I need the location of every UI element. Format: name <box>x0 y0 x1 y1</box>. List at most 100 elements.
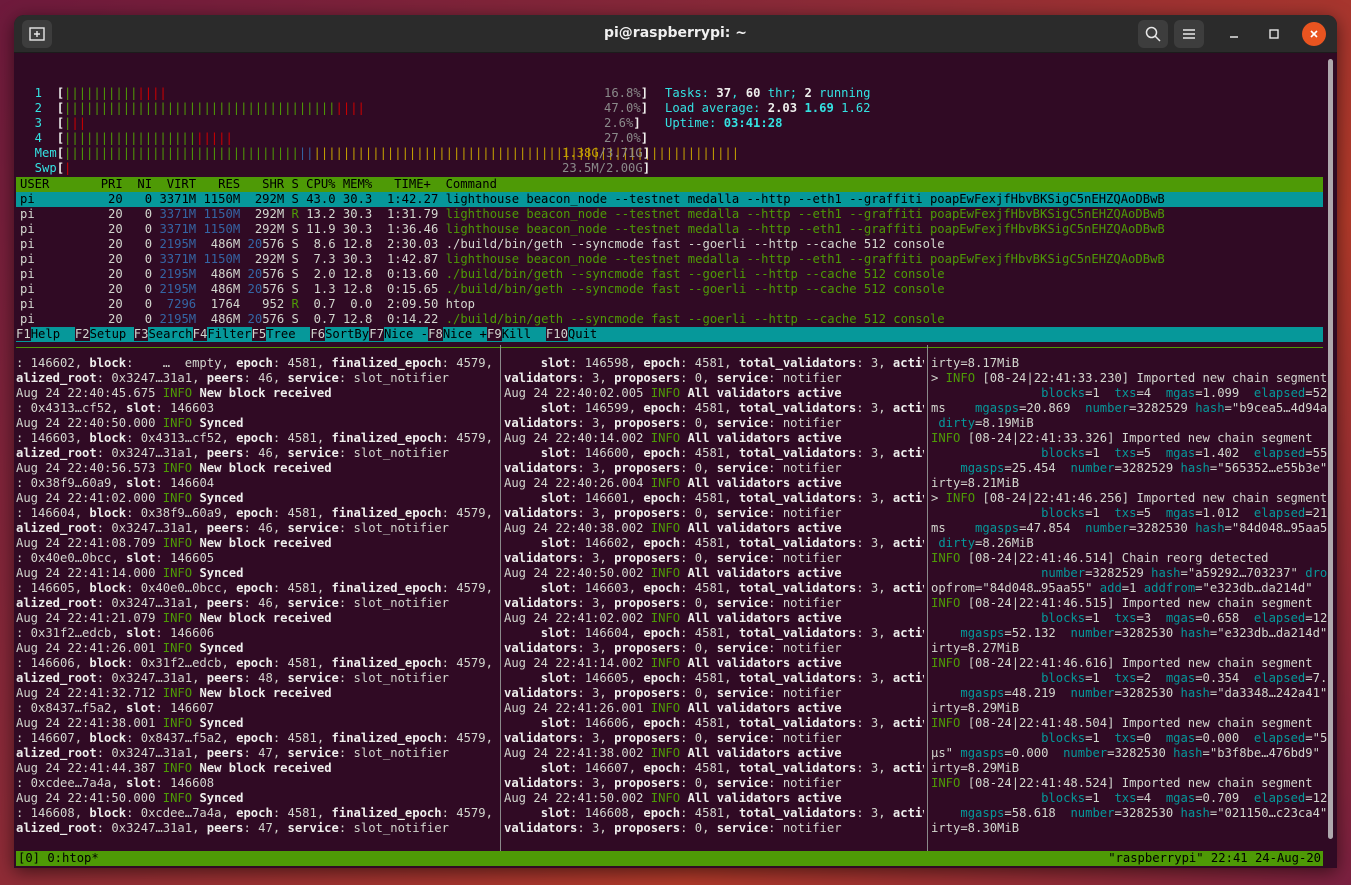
geth-log-line: blocks=1 txs=4 mgas=0.709 elapsed=12.087… <box>1041 791 1327 805</box>
validator-log-line: Aug 24 22:41:26.001 INFO All validators … <box>504 701 842 715</box>
cpu-pct-2: 47.0%] <box>604 101 649 115</box>
process-columns: USER PRI NI VIRT RES SHR S CPU% MEM% TIM… <box>20 177 497 191</box>
geth-log-line: ms mgasps=20.869 number=3282529 hash="b9… <box>931 401 1327 415</box>
fkey-f6[interactable]: F6SortBy <box>310 327 369 342</box>
fkey-f3[interactable]: F3Search <box>133 327 192 342</box>
maximize-button[interactable] <box>1262 22 1286 46</box>
beacon-log-line: : 0x40e0…0bcc, slot: 146605 <box>16 551 215 565</box>
geth-log-pane[interactable]: irty=8.17MiB > INFO [08-24|22:41:33.230] … <box>931 356 1327 836</box>
process-row: pi 20 0 7296 1764 952 R 0.7 0.0 2:09.50 … <box>20 297 476 311</box>
beacon-log-line: : 146604, block: 0x38f9…60a9, epoch: 458… <box>16 506 498 520</box>
beacon-log-line: : 146602, block: … empty, epoch: 4581, f… <box>16 356 498 370</box>
beacon-log-line: : 146607, block: 0x8437…f5a2, epoch: 458… <box>16 731 498 745</box>
geth-log-line: > INFO [08-24|22:41:46.256] Imported new… <box>931 491 1327 505</box>
beacon-log-line: Aug 24 22:41:50.000 INFO Synced slot <box>16 791 244 805</box>
validator-log-line: slot: 146608, epoch: 4581, total_validat… <box>540 806 924 820</box>
tmux-status-bar: [0] 0:htop* "raspberrypi" 22:41 24-Aug-2… <box>16 851 1323 866</box>
validator-log-line: slot: 146599, epoch: 4581, total_validat… <box>540 401 924 415</box>
geth-log-line: dirty=8.26MiB <box>938 536 1034 550</box>
geth-log-line: irty=8.30MiB <box>931 821 1020 835</box>
tasks-summary: Tasks: 37, 60 thr; 2 running <box>665 86 871 100</box>
validator-log-line: validators: 3, proposers: 0, service: no… <box>504 461 842 475</box>
validator-log-line: validators: 3, proposers: 0, service: no… <box>504 641 842 655</box>
geth-log-line: INFO [08-24|22:41:48.504] Imported new c… <box>931 716 1313 730</box>
geth-log-line: mgasps=48.219 number=3282530 hash="da334… <box>960 686 1327 700</box>
geth-log-line: blocks=1 txs=5 mgas=1.012 elapsed=21.144 <box>1041 506 1327 520</box>
cpu-meter-4: 4 [||||||||||||||||||||||| <box>20 131 233 145</box>
lighthouse-validator-log-pane[interactable]: slot: 146598, epoch: 4581, total_validat… <box>504 356 924 836</box>
fkey-f5[interactable]: F5Tree <box>251 327 311 342</box>
validator-log-line: validators: 3, proposers: 0, service: no… <box>504 416 842 430</box>
beacon-log-line: Aug 24 22:40:50.000 INFO Synced slot <box>16 416 244 430</box>
validator-log-line: Aug 24 22:41:38.002 INFO All validators … <box>504 746 842 760</box>
geth-log-line: blocks=1 txs=0 mgas=0.000 elapsed="514.1… <box>1041 731 1327 745</box>
beacon-log-line: Aug 24 22:41:02.000 INFO Synced slot <box>16 491 244 505</box>
fkey-f7[interactable]: F7Nice - <box>369 327 428 342</box>
geth-log-line: INFO [08-24|22:41:46.515] Imported new c… <box>931 596 1313 610</box>
fkey-f9[interactable]: F9Kill <box>487 327 546 342</box>
validator-log-line: validators: 3, proposers: 0, service: no… <box>504 821 842 835</box>
beacon-log-line: : 0x31f2…edcb, slot: 146606 <box>16 626 215 640</box>
cpu-meter-1: 1 [|||||||||||||| <box>20 86 167 100</box>
tmux-host-clock: "raspberrypi" 22:41 24-Aug-20 <box>1108 851 1321 865</box>
geth-log-line: > INFO [08-24|22:41:33.230] Imported new… <box>931 371 1327 385</box>
cpu-meter-2: 2 [|||||||||||||||||||||||||||||||||||||… <box>20 101 365 115</box>
beacon-log-line: alized_root: 0x3247…31a1, peers: 47, ser… <box>16 746 449 760</box>
validator-log-line: validators: 3, proposers: 0, service: no… <box>504 371 842 385</box>
validator-log-line: slot: 146598, epoch: 4581, total_validat… <box>540 356 924 370</box>
close-icon <box>1310 30 1318 38</box>
geth-log-line: irty=8.21MiB <box>931 476 1020 490</box>
geth-log-line: irty=8.29MiB <box>931 761 1020 775</box>
scrollbar[interactable] <box>1328 59 1333 839</box>
geth-log-line: number=3282529 hash="a59292…703237" drop… <box>1041 566 1327 580</box>
lighthouse-beacon-log-pane[interactable]: : 146602, block: … empty, epoch: 4581, f… <box>16 356 498 836</box>
maximize-icon <box>1269 29 1279 39</box>
geth-log-line: INFO [08-24|22:41:48.524] Imported new c… <box>931 776 1313 790</box>
beacon-log-line: : 146603, block: 0x4313…cf52, epoch: 458… <box>16 431 498 445</box>
beacon-log-line: alized_root: 0x3247…31a1, peers: 48, ser… <box>16 671 449 685</box>
geth-log-line: ms mgasps=47.854 number=3282530 hash="84… <box>931 521 1327 535</box>
close-button[interactable] <box>1302 22 1326 46</box>
geth-log-line: µs" mgasps=0.000 number=3282530 hash="b3… <box>931 746 1327 760</box>
beacon-log-line: : 0x4313…cf52, slot: 146603 <box>16 401 215 415</box>
fkey-f1[interactable]: F1Help <box>16 327 75 342</box>
cpu-meter-3: 3 [||| <box>20 116 87 130</box>
fkey-f8[interactable]: F8Nice + <box>428 327 487 342</box>
beacon-log-line: Aug 24 22:40:45.675 INFO New block recei… <box>16 386 332 400</box>
beacon-log-line: Aug 24 22:41:44.387 INFO New block recei… <box>16 761 332 775</box>
menu-button[interactable] <box>1174 20 1204 48</box>
beacon-log-line: : 146605, block: 0x40e0…0bcc, epoch: 458… <box>16 581 498 595</box>
geth-log-line: INFO [08-24|22:41:46.616] Imported new c… <box>931 656 1313 670</box>
cpu-pct-1: 16.8%] <box>604 86 649 100</box>
fkey-f2[interactable]: F2Setup <box>74 327 134 342</box>
process-row: pi 20 0 2195M 486M 20576 S 0.7 12.8 0:14… <box>20 312 945 326</box>
mem-value: 1.38G/3.71G] <box>562 146 651 160</box>
beacon-log-line: alized_root: 0x3247…31a1, peers: 47, ser… <box>16 821 449 835</box>
geth-log-line: blocks=1 txs=3 mgas=0.658 elapsed=12.613… <box>1041 611 1327 625</box>
beacon-log-line: alized_root: 0x3247…31a1, peers: 46, ser… <box>16 446 449 460</box>
geth-log-line: dirty=8.19MiB <box>938 416 1034 430</box>
pane-divider-2[interactable] <box>927 345 928 851</box>
fkey-f10[interactable]: F10Quit <box>545 327 597 342</box>
tmux-window-list[interactable]: [0] 0:htop* <box>18 851 99 866</box>
geth-log-line: blocks=1 txs=5 mgas=1.402 elapsed=55.093… <box>1041 446 1327 460</box>
beacon-log-line: Aug 24 22:41:21.079 INFO New block recei… <box>16 611 332 625</box>
minimize-button[interactable] <box>1222 22 1246 46</box>
beacon-log-line: Aug 24 22:41:26.001 INFO Synced slot <box>16 641 244 655</box>
beacon-log-line: : 0x8437…f5a2, slot: 146607 <box>16 701 215 715</box>
load-average: Load average: 2.03 1.69 1.62 <box>665 101 871 115</box>
geth-log-line: irty=8.17MiB <box>931 356 1020 370</box>
terminal-window: pi@raspberrypi: ~ 1 [|||||||||||||| 16.8%… <box>14 15 1337 868</box>
beacon-log-line: Aug 24 22:41:14.000 INFO Synced slot <box>16 566 244 580</box>
beacon-log-line: : 146606, block: 0x31f2…edcb, epoch: 458… <box>16 656 498 670</box>
validator-log-line: validators: 3, proposers: 0, service: no… <box>504 686 842 700</box>
fkey-f4[interactable]: F4Filter <box>192 327 251 342</box>
pane-divider-1[interactable] <box>500 345 501 851</box>
terminal-area[interactable]: 1 [|||||||||||||| 16.8%] 2 [|||||||||||||… <box>14 53 1337 868</box>
validator-log-line: validators: 3, proposers: 0, service: no… <box>504 551 842 565</box>
validator-log-line: slot: 146607, epoch: 4581, total_validat… <box>540 761 924 775</box>
search-button[interactable] <box>1138 20 1168 48</box>
beacon-log-line: Aug 24 22:41:32.712 INFO New block recei… <box>16 686 332 700</box>
beacon-log-line: Aug 24 22:41:38.001 INFO Synced slot <box>16 716 244 730</box>
uptime: Uptime: 03:41:28 <box>665 116 783 130</box>
